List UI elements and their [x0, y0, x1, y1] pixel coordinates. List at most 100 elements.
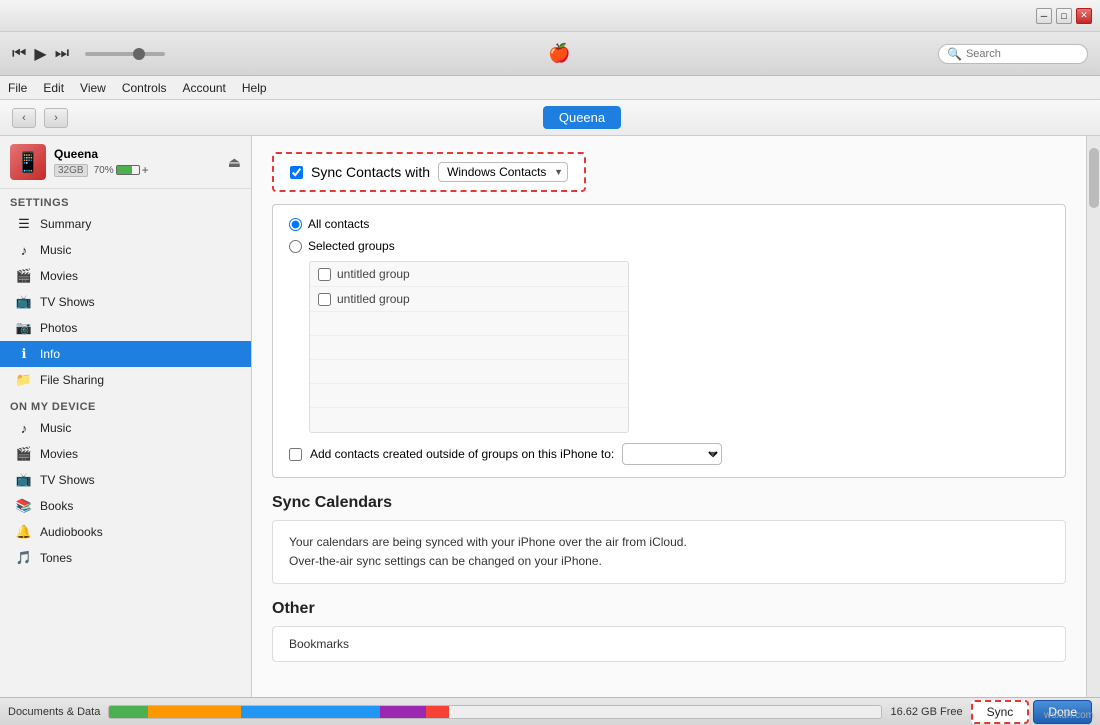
- battery-bar: [116, 165, 140, 175]
- bookmarks-label: Bookmarks: [289, 637, 349, 651]
- play-button[interactable]: ▶: [34, 44, 46, 64]
- search-input[interactable]: [966, 48, 1079, 60]
- sidebar-label-music: Music: [40, 243, 71, 257]
- bottom-bar: Documents & Data 16.62 GB Free Sync Done: [0, 697, 1100, 725]
- group-item-1[interactable]: untitled group: [310, 262, 628, 287]
- sync-button[interactable]: Sync: [971, 700, 1030, 724]
- group-1-checkbox[interactable]: [318, 268, 331, 281]
- sync-contacts-checkbox[interactable]: [290, 166, 303, 179]
- eject-icon[interactable]: ⏏: [228, 154, 241, 171]
- search-area: 🔍: [938, 44, 1088, 64]
- group-2-label: untitled group: [337, 292, 410, 306]
- storage-seg-4: [380, 706, 426, 718]
- sidebar-label-tvshows2: TV Shows: [40, 473, 95, 487]
- groups-list: untitled group untitled group: [309, 261, 629, 433]
- next-button[interactable]: ⏭: [55, 45, 69, 63]
- scrollbar-thumb[interactable]: [1089, 148, 1099, 208]
- scrollbar-track[interactable]: [1086, 136, 1100, 697]
- device-button[interactable]: Queena: [543, 106, 621, 129]
- sidebar-settings-label: Settings: [0, 189, 251, 211]
- menu-file[interactable]: File: [8, 81, 27, 95]
- filesharing-icon: 📁: [16, 372, 32, 388]
- sync-contacts-header: Sync Contacts with Windows ContactsGoogl…: [272, 152, 586, 192]
- add-contacts-dropdown-wrapper: ▼: [622, 443, 722, 465]
- sidebar-item-info[interactable]: ℹ Info: [0, 341, 251, 367]
- sidebar-item-books[interactable]: 📚 Books: [0, 493, 251, 519]
- windows-contacts-dropdown-wrapper: Windows ContactsGoogle ContactsOutlook ▼: [438, 162, 568, 182]
- contacts-box: All contacts Selected groups untitled gr…: [272, 204, 1066, 478]
- sidebar-label-tvshows: TV Shows: [40, 295, 95, 309]
- prev-button[interactable]: ⏮: [12, 45, 26, 63]
- minimize-button[interactable]: ─: [1036, 8, 1052, 24]
- storage-seg-3: [241, 706, 380, 718]
- storage-bar: [108, 705, 882, 719]
- audiobooks-icon: 🔔: [16, 524, 32, 540]
- sidebar-item-music2[interactable]: ♪ Music: [0, 415, 251, 441]
- selected-groups-radio[interactable]: [289, 240, 302, 253]
- back-button[interactable]: ‹: [12, 108, 36, 128]
- calendar-info-line1: Your calendars are being synced with you…: [289, 533, 1049, 552]
- menu-controls[interactable]: Controls: [122, 81, 167, 95]
- selected-groups-label[interactable]: Selected groups: [308, 239, 395, 253]
- close-button[interactable]: ✕: [1076, 8, 1092, 24]
- menu-account[interactable]: Account: [183, 81, 226, 95]
- menu-edit[interactable]: Edit: [43, 81, 64, 95]
- sidebar-label-tones: Tones: [40, 551, 72, 565]
- sidebar-label-summary: Summary: [40, 217, 91, 231]
- sidebar-item-tvshows2[interactable]: 📺 TV Shows: [0, 467, 251, 493]
- sidebar-item-summary[interactable]: ☰ Summary: [0, 211, 251, 237]
- windows-contacts-dropdown[interactable]: Windows ContactsGoogle ContactsOutlook: [438, 162, 568, 182]
- sidebar-item-movies2[interactable]: 🎬 Movies: [0, 441, 251, 467]
- device-name: Queena: [54, 147, 220, 161]
- nav-bar: ‹ › Queena: [0, 100, 1100, 136]
- volume-slider[interactable]: [85, 52, 165, 56]
- menu-bar: File Edit View Controls Account Help: [0, 76, 1100, 100]
- sidebar-label-info: Info: [40, 347, 60, 361]
- summary-icon: ☰: [16, 216, 32, 232]
- device-icon: 📱: [10, 144, 46, 180]
- selected-groups-row[interactable]: Selected groups: [289, 239, 1049, 253]
- add-contacts-checkbox[interactable]: [289, 448, 302, 461]
- sidebar-item-music[interactable]: ♪ Music: [0, 237, 251, 263]
- group-1-label: untitled group: [337, 267, 410, 281]
- all-contacts-label[interactable]: All contacts: [308, 217, 369, 231]
- battery-plus: +: [142, 163, 149, 177]
- sidebar-label-music2: Music: [40, 421, 71, 435]
- sidebar-item-filesharing[interactable]: 📁 File Sharing: [0, 367, 251, 393]
- sync-calendars-title: Sync Calendars: [272, 494, 1066, 512]
- menu-help[interactable]: Help: [242, 81, 267, 95]
- sidebar-label-books: Books: [40, 499, 73, 513]
- sidebar-item-audiobooks[interactable]: 🔔 Audiobooks: [0, 519, 251, 545]
- sidebar-item-movies[interactable]: 🎬 Movies: [0, 263, 251, 289]
- group-item-empty-5: [310, 408, 628, 432]
- apple-logo: 🍎: [181, 43, 938, 64]
- sidebar-item-tones[interactable]: 🎵 Tones: [0, 545, 251, 571]
- volume-thumb: [133, 48, 145, 60]
- photos-icon: 📷: [16, 320, 32, 336]
- sidebar-device: 📱 Queena 32GB 70% + ⏏: [0, 136, 251, 189]
- tones-icon: 🎵: [16, 550, 32, 566]
- all-contacts-radio[interactable]: [289, 218, 302, 231]
- group-2-checkbox[interactable]: [318, 293, 331, 306]
- controls-bar: ⏮ ▶ ⏭ 🍎 🔍: [0, 32, 1100, 76]
- sidebar-item-photos[interactable]: 📷 Photos: [0, 315, 251, 341]
- storage-label: Documents & Data: [8, 706, 100, 718]
- maximize-button[interactable]: □: [1056, 8, 1072, 24]
- battery-fill: [117, 166, 132, 174]
- forward-button[interactable]: ›: [44, 108, 68, 128]
- device-battery: 70% +: [94, 163, 149, 177]
- group-item-empty-3: [310, 360, 628, 384]
- menu-view[interactable]: View: [80, 81, 106, 95]
- other-title: Other: [272, 600, 1066, 618]
- group-item-2[interactable]: untitled group: [310, 287, 628, 312]
- all-contacts-row[interactable]: All contacts: [289, 217, 1049, 231]
- add-contacts-label[interactable]: Add contacts created outside of groups o…: [310, 447, 614, 461]
- transport-controls: ⏮ ▶ ⏭: [12, 44, 165, 64]
- movies-icon: 🎬: [16, 268, 32, 284]
- main-layout: 📱 Queena 32GB 70% + ⏏ Settings: [0, 136, 1100, 697]
- sidebar-item-tvshows[interactable]: 📺 TV Shows: [0, 289, 251, 315]
- storage-seg-free: [449, 706, 881, 718]
- device-capacity: 32GB: [54, 164, 88, 177]
- sync-contacts-label[interactable]: Sync Contacts with: [311, 164, 430, 180]
- add-contacts-dropdown[interactable]: [622, 443, 722, 465]
